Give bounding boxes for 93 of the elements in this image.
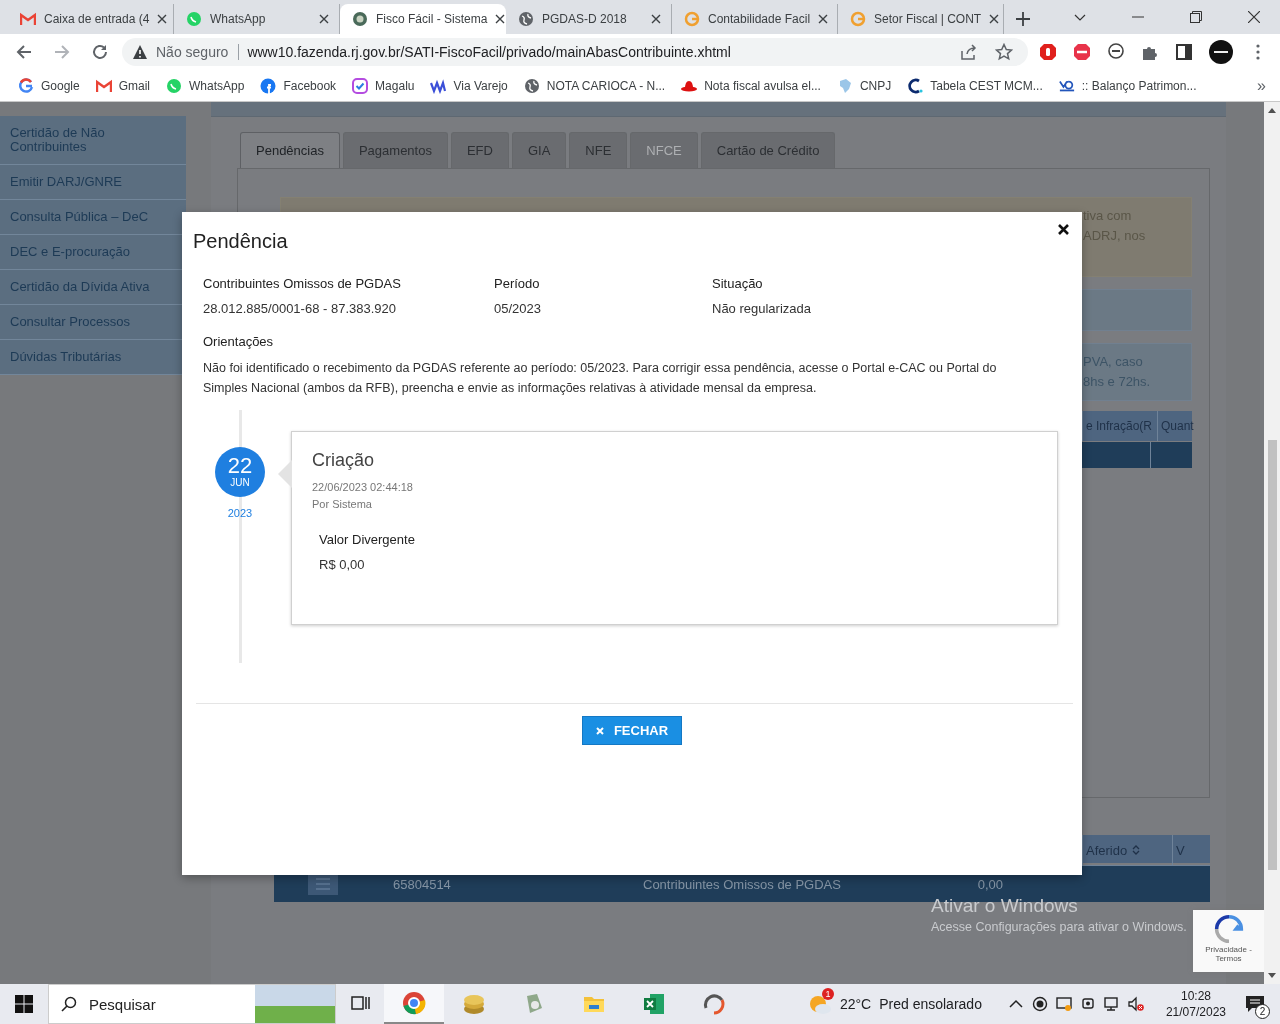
chat-icon [166,77,183,94]
swirl-icon [684,11,700,27]
close-icon[interactable] [818,14,829,24]
ad-block-icon[interactable] [1073,43,1091,61]
bookmark[interactable]: NOTA CARIOCA - N... [515,77,674,94]
scroll-up-icon[interactable] [1268,107,1276,113]
event-author: Por Sistema [312,498,373,510]
field-value: 05/2023 [494,301,542,316]
guidance-text: Não foi identificado o recebimento da PGDAS referente ao período: 05/2023. Para corrigir essa pendência, acesse o Portal e-CAC ou Portal do Simples Nacional (ambos da RFB), preencha e envie as informações relativas à atividade mensal da empresa. [203,360,998,397]
network-icon[interactable] [1103,996,1120,1012]
globe-icon [523,77,540,94]
card-pointer [278,460,292,488]
close-icon[interactable] [1248,11,1260,23]
back-arrow-icon[interactable] [15,43,33,61]
share-icon[interactable] [959,43,977,61]
google-icon [18,77,34,94]
mail-icon [20,11,36,27]
chat-icon [186,11,202,27]
checkmark-icon [352,77,369,94]
field-label: Período [494,276,541,291]
field-label: Situação [712,276,764,291]
event-title: Criação [312,450,376,471]
search-field[interactable]: Pesquisar [48,984,336,1024]
temperature-text[interactable]: 22°C [839,996,872,1012]
warning-icon [132,44,148,60]
table-cell-text: 65804514 [392,876,452,892]
year-text: 2023 [227,507,253,519]
menu-icon [316,878,330,890]
profile-avatar-icon[interactable] [1209,40,1233,64]
browser-icon[interactable] [402,991,426,1015]
scroll-down-icon[interactable] [1268,973,1276,979]
bookmark[interactable]: WhatsApp [158,77,253,94]
camera-icon[interactable] [1079,996,1096,1012]
bookmark[interactable]: :: Balanço Patrimon... [1050,77,1205,94]
coins-icon[interactable] [462,992,486,1016]
windows-logo-icon[interactable] [15,995,33,1013]
close-icon[interactable] [157,14,168,24]
field-value: 28.012.885/0001-68 - 87.383.920 [203,301,397,316]
content-tab[interactable]: Pendências [240,132,340,168]
close-icon[interactable] [495,14,506,24]
stop-hand-icon[interactable] [1039,43,1057,61]
swirl-icon [850,11,866,27]
dialog-title: Pendência [193,230,289,253]
guidance-label: Orientações [203,334,275,349]
letter-icon [907,77,924,94]
close-button[interactable] [1058,223,1069,234]
bookmark[interactable]: Google [10,77,88,94]
activation-text: Acesse Configurações para ativar o Windows. [931,920,1187,934]
date-badge: 22 JUN [215,447,265,497]
close-icon[interactable] [651,14,661,24]
circular-arrows-icon[interactable] [702,992,726,1016]
browser-tab[interactable]: Fisco Fácil - Sistema [340,4,506,34]
weather-badge: 1 [821,988,834,1000]
reload-icon[interactable] [91,43,109,61]
event-timestamp: 22/06/2023 02:44:18 [312,481,414,493]
recaptcha-badge[interactable]: Privacidade - Termos [1193,910,1264,972]
close-icon [595,726,604,735]
crest-icon [352,11,368,27]
spreadsheet-icon[interactable] [642,992,666,1016]
notification-count: 2 [1255,1004,1270,1019]
menu-button[interactable] [308,873,338,895]
table-cell-text: 0,00 [976,876,1004,892]
plus-icon[interactable] [1016,12,1030,26]
close-icon[interactable] [989,14,1000,24]
side-panel-icon[interactable] [1175,43,1193,61]
globe-icon [518,11,534,27]
field-label: Contribuintes Omissos de PGDAS [203,276,402,291]
bookmark[interactable]: Magalu [344,77,423,94]
clock[interactable]: 10:28 21/07/2023 [1165,988,1226,1020]
weather-text[interactable]: Pred ensolarado [879,996,982,1012]
speaker-muted-icon[interactable] [1127,996,1144,1012]
mail-icon [95,77,112,94]
detail-value: R$ 0,00 [319,557,366,572]
detail-label: Valor Divergente [319,532,416,547]
bookmark[interactable]: CNPJ [828,77,900,94]
search-icon [61,996,77,1012]
monitor-icon[interactable] [1055,996,1072,1012]
restore-icon[interactable] [1190,11,1202,23]
address-bar[interactable]: Não seguro www10.fazenda.rj.gov.br/SATI-FiscoFacil/privado/mainAbasContribuinte.xhtml [122,38,1028,66]
field-value: Não regularizada [712,301,812,316]
star-icon[interactable] [995,43,1013,61]
close-icon[interactable] [319,14,329,24]
scrollbar[interactable] [1264,102,1280,984]
bookmark[interactable]: Nota fiscal avulsa el... [673,77,829,94]
logo-icon [430,77,447,94]
table-cell-text: Contribuintes Omissos de PGDAS [642,876,842,892]
bookmark[interactable]: Facebook [252,77,345,94]
more-bookmarks-button[interactable]: » [1257,76,1266,95]
record-icon[interactable] [1031,996,1048,1012]
bookmark[interactable]: Via Varejo [422,77,516,94]
bookmark[interactable]: Gmail [87,77,159,94]
facebook-icon [260,77,277,94]
bookmark[interactable]: Tabela CEST MCM... [899,77,1051,94]
